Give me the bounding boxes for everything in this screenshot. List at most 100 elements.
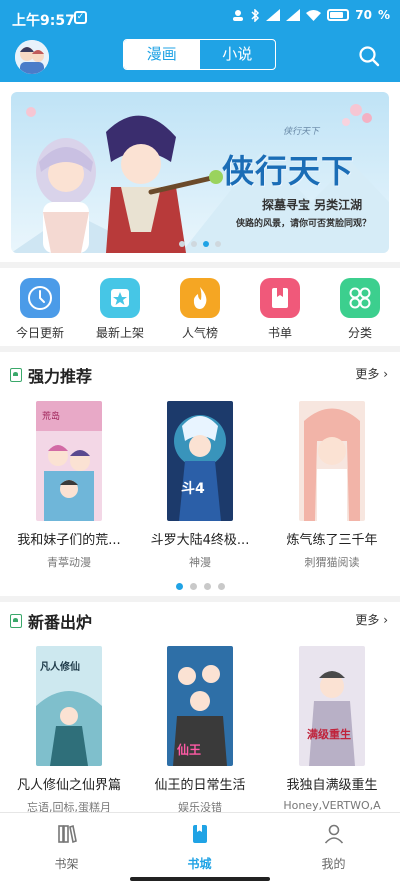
comic-card[interactable]: 凡人修仙 凡人修仙之仙界篇 忘语,回标,蛋糕月 — [10, 646, 128, 815]
status-time: 上午9:57 — [12, 13, 75, 29]
section-header-recommend: 强力推荐 — [10, 363, 92, 387]
signal-icon-2 — [286, 9, 301, 21]
comic-title: 我和妹子们的荒... — [17, 533, 121, 548]
battery-icon — [327, 9, 350, 21]
quicknav-label: 最新上架 — [95, 326, 144, 340]
status-icons: 70% — [232, 8, 390, 22]
comic-author: 青葶动漫 — [47, 556, 91, 569]
svg-text:仙王: 仙王 — [177, 742, 201, 757]
battery-percent-sign: % — [377, 8, 390, 22]
svg-text:凡人修仙: 凡人修仙 — [40, 660, 80, 673]
comic-author: Honey,VERTWO,A — [283, 799, 381, 812]
status-bar: 上午9:57 ✓ 70% — [0, 0, 400, 36]
comic-cover — [299, 401, 365, 521]
comic-title: 炼气练了三千年 — [286, 533, 378, 548]
divider — [0, 262, 400, 268]
banner-subtitle: 探墓寻宝 另类江湖 — [262, 198, 363, 212]
banner-pagination — [11, 241, 389, 247]
divider — [0, 346, 400, 352]
banner-dot[interactable] — [179, 241, 185, 247]
chevron-right-icon: › — [383, 613, 388, 627]
comic-title: 仙王的日常生活 — [154, 778, 246, 793]
comic-card[interactable]: 炼气练了三千年 刺猬猫阅读 — [273, 401, 391, 570]
svg-text:满级重生: 满级重生 — [307, 727, 351, 741]
alarm-person-icon — [233, 10, 244, 21]
comic-title: 凡人修仙之仙界篇 — [16, 778, 121, 793]
quicknav-new-arrivals[interactable]: 最新上架 — [80, 278, 160, 341]
search-icon[interactable] — [358, 45, 380, 67]
comic-cover: 斗4 — [167, 401, 233, 521]
comic-cover: 仙王 — [167, 646, 233, 766]
page-dot[interactable] — [217, 583, 225, 590]
nav-label: 我的 — [321, 857, 346, 871]
tab-comics[interactable]: 漫画 — [124, 40, 200, 69]
svg-text:斗4: 斗4 — [181, 481, 205, 497]
quicknav-categories[interactable]: 分类 — [320, 278, 400, 341]
nav-label: 书城 — [187, 857, 212, 871]
banner-dot[interactable] — [215, 241, 221, 247]
user-avatar[interactable] — [15, 40, 49, 74]
banner-title: 侠行天下 — [222, 152, 355, 190]
nav-label: 书架 — [54, 857, 79, 871]
svg-text:侠行天下: 侠行天下 — [283, 126, 321, 137]
section-header-newest: 新番出炉 — [10, 609, 92, 633]
banner-dot-active[interactable] — [203, 241, 209, 247]
notification-check-icon: ✓ — [74, 11, 87, 24]
section-title: 强力推荐 — [28, 367, 93, 386]
svg-text:荒岛: 荒岛 — [42, 410, 60, 422]
comic-card[interactable]: 斗4 斗罗大陆4终极... 神漫 — [141, 401, 259, 570]
recommend-pagination — [0, 583, 400, 590]
person-icon — [324, 824, 343, 844]
divider — [0, 596, 400, 602]
more-label: 更多 — [355, 367, 380, 381]
home-indicator[interactable] — [130, 877, 270, 881]
comic-card[interactable]: 满级重生 我独自满级重生 Honey,VERTWO,A — [273, 646, 391, 812]
clock-icon — [20, 278, 60, 318]
comic-cover: 荒岛 — [36, 401, 102, 521]
banner-dot[interactable] — [191, 241, 197, 247]
bookmark-book-icon — [260, 278, 300, 318]
more-link-newest[interactable]: 更多 › — [355, 611, 388, 628]
battery-level: 70 — [355, 8, 372, 22]
comic-author: 刺猬猫阅读 — [304, 556, 360, 569]
quick-nav: 今日更新 最新上架 人气榜 书单 分类 — [0, 272, 400, 344]
quicknav-label: 分类 — [347, 326, 372, 340]
chevron-right-icon: › — [383, 367, 388, 381]
comic-cover: 凡人修仙 — [36, 646, 102, 766]
quicknav-label: 人气榜 — [181, 326, 218, 340]
wifi-icon — [306, 10, 322, 21]
section-title: 新番出炉 — [28, 613, 93, 632]
bookshelf-icon — [57, 824, 77, 844]
tab-novels[interactable]: 小说 — [200, 40, 276, 69]
page-dot[interactable] — [203, 583, 211, 590]
section-bookmark-icon — [10, 368, 22, 382]
more-link-recommend[interactable]: 更多 › — [355, 365, 388, 382]
bluetooth-icon — [251, 8, 260, 22]
signal-icon — [266, 9, 281, 21]
nav-profile[interactable]: 我的 — [267, 823, 400, 872]
comic-author: 神漫 — [189, 556, 211, 569]
content-type-switch: 漫画 小说 — [123, 39, 276, 70]
comic-cover: 满级重生 — [299, 646, 365, 766]
quicknav-popular[interactable]: 人气榜 — [160, 278, 240, 341]
comic-card[interactable]: 荒岛 我和妹子们的荒... 青葶动漫 — [10, 401, 128, 570]
comic-card[interactable]: 仙王 仙王的日常生活 娱乐没错 — [141, 646, 259, 815]
flame-icon — [180, 278, 220, 318]
avatar-illustration-icon — [15, 40, 49, 74]
comic-title: 我独自满级重生 — [286, 778, 378, 793]
banner-description: 侠路的风景，请你可否赏脸同观？ — [236, 219, 372, 229]
quicknav-today-update[interactable]: 今日更新 — [0, 278, 80, 341]
section-bookmark-icon — [10, 614, 22, 628]
star-tag-icon — [100, 278, 140, 318]
quicknav-label: 书单 — [267, 326, 292, 340]
nav-bookshelf[interactable]: 书架 — [0, 823, 133, 872]
quicknav-booklist[interactable]: 书单 — [240, 278, 320, 341]
grid-icon — [340, 278, 380, 318]
quicknav-label: 今日更新 — [15, 326, 64, 340]
page-dot[interactable] — [189, 583, 197, 590]
nav-bookstore[interactable]: 书城 — [133, 823, 266, 872]
book-icon — [192, 825, 207, 843]
top-app-bar: 上午9:57 ✓ 70% 漫画 小说 — [0, 0, 400, 82]
page-dot-active[interactable] — [175, 583, 183, 590]
more-label: 更多 — [355, 613, 380, 627]
